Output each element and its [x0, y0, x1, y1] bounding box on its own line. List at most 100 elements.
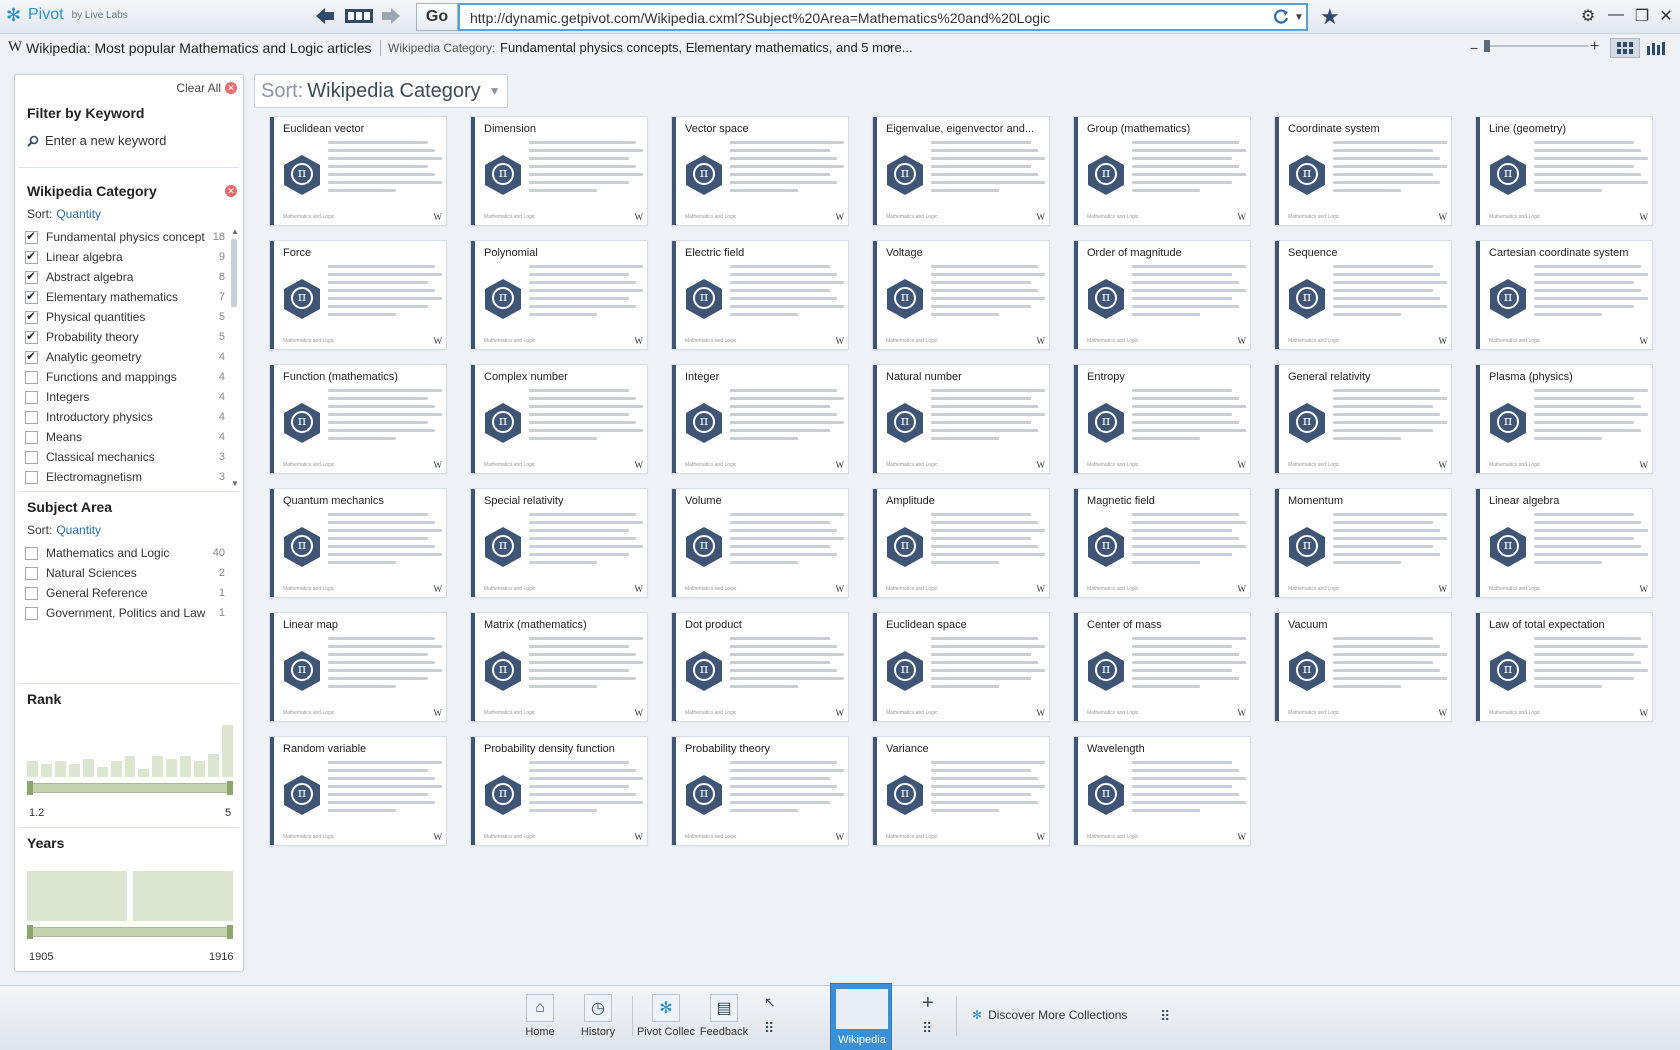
- url-dropdown-icon[interactable]: ▼: [1294, 12, 1304, 23]
- article-card[interactable]: Entropy π Mathematics and Logic W: [1073, 364, 1251, 474]
- article-card[interactable]: Volume π Mathematics and Logic W: [671, 488, 849, 598]
- checkbox[interactable]: [25, 229, 38, 244]
- article-card[interactable]: Special relativity π Mathematics and Logic…: [470, 488, 648, 598]
- chevron-right-icon[interactable]: ›: [887, 38, 892, 54]
- category-sort[interactable]: Sort: Quantity: [27, 207, 101, 221]
- category-facet-item[interactable]: Elementary mathematics 7: [25, 287, 225, 307]
- collection-title[interactable]: Wikipedia: Most popular Mathematics and …: [26, 40, 372, 56]
- article-card[interactable]: Plasma (physics) π Mathematics and Logic W: [1475, 364, 1653, 474]
- article-card[interactable]: Complex number π Mathematics and Logic W: [470, 364, 648, 474]
- article-card[interactable]: Line (geometry) π Mathematics and Logic W: [1475, 116, 1653, 226]
- sort-dropdown[interactable]: Sort: Wikipedia Category ▼: [254, 74, 508, 108]
- subject-sort-value[interactable]: Quantity: [56, 523, 101, 537]
- checkbox[interactable]: [25, 309, 38, 324]
- subject-facet-item[interactable]: General Reference 1: [25, 583, 225, 603]
- checkbox[interactable]: [25, 390, 38, 404]
- forward-button[interactable]: [378, 5, 404, 27]
- scroll-up-icon[interactable]: ▲: [231, 227, 239, 236]
- tile-grid-icon[interactable]: ⠿: [764, 1020, 774, 1037]
- category-facet-item[interactable]: Introductory physics 4: [25, 407, 225, 427]
- clear-category-icon[interactable]: ✕: [225, 185, 237, 197]
- scroll-down-icon[interactable]: ▼: [231, 479, 239, 488]
- url-input[interactable]: http://dynamic.getpivot.com/Wikipedia.cx…: [458, 3, 1308, 31]
- article-card[interactable]: General relativity π Mathematics and Logic…: [1274, 364, 1452, 474]
- favorite-star-icon[interactable]: ★: [1320, 4, 1340, 30]
- rank-min-handle[interactable]: [27, 781, 33, 795]
- article-card[interactable]: Dot product π Mathematics and Logic W: [671, 612, 849, 722]
- article-card[interactable]: Quantum mechanics π Mathematics and Logic W: [269, 488, 447, 598]
- years-max-handle[interactable]: [227, 925, 233, 939]
- article-card[interactable]: Linear map π Mathematics and Logic W: [269, 612, 447, 722]
- article-card[interactable]: Linear algebra π Mathematics and Logic W: [1475, 488, 1653, 598]
- checkbox[interactable]: [25, 586, 38, 600]
- article-card[interactable]: Euclidean space π Mathematics and Logic W: [872, 612, 1050, 722]
- article-card[interactable]: Probability theory π Mathematics and Logic…: [671, 736, 849, 846]
- article-card[interactable]: Euclidean vector π Mathematics and Logic W: [269, 116, 447, 226]
- subject-facet-item[interactable]: Government, Politics and Law 1: [25, 603, 225, 623]
- checkbox[interactable]: [25, 450, 38, 464]
- pivot-collections-button[interactable]: ✻ Pivot Collec: [636, 994, 696, 1038]
- subject-sort[interactable]: Sort: Quantity: [27, 523, 101, 537]
- zoom-out-icon[interactable]: −: [1470, 40, 1478, 56]
- go-button[interactable]: Go: [416, 3, 458, 31]
- category-facet-item[interactable]: Functions and mappings 4: [25, 367, 225, 387]
- checkbox[interactable]: [25, 430, 38, 444]
- article-card[interactable]: Order of magnitude π Mathematics and Logic…: [1073, 240, 1251, 350]
- tab-wikipedia[interactable]: Wikipedia: [830, 983, 892, 1050]
- article-card[interactable]: Probability density function π Mathematics…: [470, 736, 648, 846]
- category-facet-item[interactable]: Classical mechanics 3: [25, 447, 225, 467]
- clear-all-button[interactable]: Clear All ✕: [176, 81, 237, 95]
- close-icon[interactable]: ✕: [1654, 6, 1678, 26]
- rank-range-slider[interactable]: [27, 783, 233, 793]
- article-card[interactable]: Variance π Mathematics and Logic W: [872, 736, 1050, 846]
- category-facet-item[interactable]: Analytic geometry 4: [25, 347, 225, 367]
- checkbox[interactable]: [25, 606, 38, 620]
- article-card[interactable]: Random variable π Mathematics and Logic W: [269, 736, 447, 846]
- feedback-button[interactable]: ▤ Feedback: [694, 994, 754, 1038]
- category-facet-item[interactable]: Abstract algebra 8: [25, 267, 225, 287]
- article-card[interactable]: Vector space π Mathematics and Logic W: [671, 116, 849, 226]
- article-card[interactable]: Sequence π Mathematics and Logic W: [1274, 240, 1452, 350]
- article-card[interactable]: Natural number π Mathematics and Logic W: [872, 364, 1050, 474]
- category-sort-value[interactable]: Quantity: [56, 207, 101, 221]
- collections-button[interactable]: [344, 5, 374, 27]
- category-facet-item[interactable]: Linear algebra 9: [25, 247, 225, 267]
- article-card[interactable]: Law of total expectation π Mathematics and…: [1475, 612, 1653, 722]
- checkbox[interactable]: [25, 249, 38, 264]
- category-facet-item[interactable]: Means 4: [25, 427, 225, 447]
- article-card[interactable]: Eigenvalue, eigenvector and... π Mathemati…: [872, 116, 1050, 226]
- category-facet-item[interactable]: Electromagnetism 3: [25, 467, 225, 487]
- article-card[interactable]: Center of mass π Mathematics and Logic W: [1073, 612, 1251, 722]
- restore-icon[interactable]: ❐: [1630, 6, 1654, 26]
- category-facet-item[interactable]: Probability theory 5: [25, 327, 225, 347]
- history-button[interactable]: ◷ History: [568, 994, 628, 1038]
- subject-facet-item[interactable]: Natural Sciences 2: [25, 563, 225, 583]
- minimize-icon[interactable]: —: [1604, 6, 1628, 24]
- category-facet-item[interactable]: Fundamental physics concepts 18: [25, 227, 225, 247]
- breadcrumb-filter-value[interactable]: Fundamental physics concepts, Elementary…: [500, 40, 913, 55]
- article-card[interactable]: Momentum π Mathematics and Logic W: [1274, 488, 1452, 598]
- years-range-slider[interactable]: [27, 927, 233, 937]
- article-card[interactable]: Electric field π Mathematics and Logic W: [671, 240, 849, 350]
- discover-more-link[interactable]: ✻ Discover More Collections: [972, 1008, 1127, 1022]
- keyword-search-field[interactable]: Enter a new keyword: [27, 133, 166, 148]
- new-tab-plus-icon[interactable]: +: [922, 992, 934, 1015]
- category-facet-item[interactable]: Physical quantities 5: [25, 307, 225, 327]
- grid-view-button[interactable]: [1610, 38, 1640, 58]
- subject-facet-item[interactable]: Mathematics and Logic 40: [25, 543, 225, 563]
- checkbox[interactable]: [25, 370, 38, 384]
- home-button[interactable]: ⌂ Home: [510, 994, 570, 1038]
- tile-grid-icon[interactable]: ⠿: [922, 1020, 932, 1037]
- article-card[interactable]: Force π Mathematics and Logic W: [269, 240, 447, 350]
- article-card[interactable]: Vacuum π Mathematics and Logic W: [1274, 612, 1452, 722]
- article-card[interactable]: Amplitude π Mathematics and Logic W: [872, 488, 1050, 598]
- article-card[interactable]: Function (mathematics) π Mathematics and L…: [269, 364, 447, 474]
- checkbox[interactable]: [25, 410, 38, 424]
- article-card[interactable]: Voltage π Mathematics and Logic W: [872, 240, 1050, 350]
- article-card[interactable]: Group (mathematics) π Mathematics and Logi…: [1073, 116, 1251, 226]
- checkbox[interactable]: [25, 470, 38, 484]
- article-card[interactable]: Dimension π Mathematics and Logic W: [470, 116, 648, 226]
- refresh-button[interactable]: [1272, 8, 1290, 26]
- article-card[interactable]: Matrix (mathematics) π Mathematics and Log…: [470, 612, 648, 722]
- article-card[interactable]: Cartesian coordinate system π Mathematics …: [1475, 240, 1653, 350]
